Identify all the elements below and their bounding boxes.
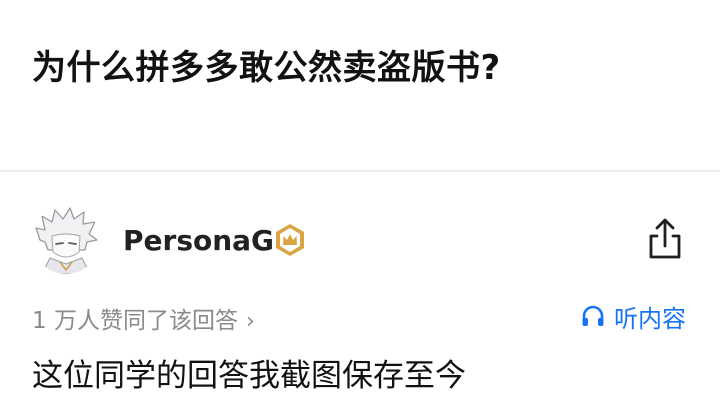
author-name[interactable]: PersonaG [123, 224, 274, 257]
question-header: 为什么拼多多敢公然卖盗版书? [0, 0, 720, 170]
listen-label: 听内容 [614, 304, 686, 333]
listen-button[interactable]: 听内容 [580, 300, 686, 333]
anime-boy-avatar-icon [32, 206, 100, 274]
share-button[interactable] [642, 216, 688, 262]
answer-content[interactable]: 这位同学的回答我截图保存至今 [32, 350, 466, 395]
upvote-count[interactable]: 1 万人赞同了该回答 › [32, 301, 255, 335]
author-avatar[interactable] [32, 206, 100, 274]
divider [0, 170, 720, 172]
share-icon [649, 218, 681, 259]
question-title[interactable]: 为什么拼多多敢公然卖盗版书? [32, 40, 501, 89]
upvote-text: 1 万人赞同了该回答 [32, 308, 238, 334]
chevron-right-icon: › [245, 309, 255, 334]
crown-badge-icon[interactable] [272, 222, 308, 258]
headphones-icon [582, 305, 604, 326]
